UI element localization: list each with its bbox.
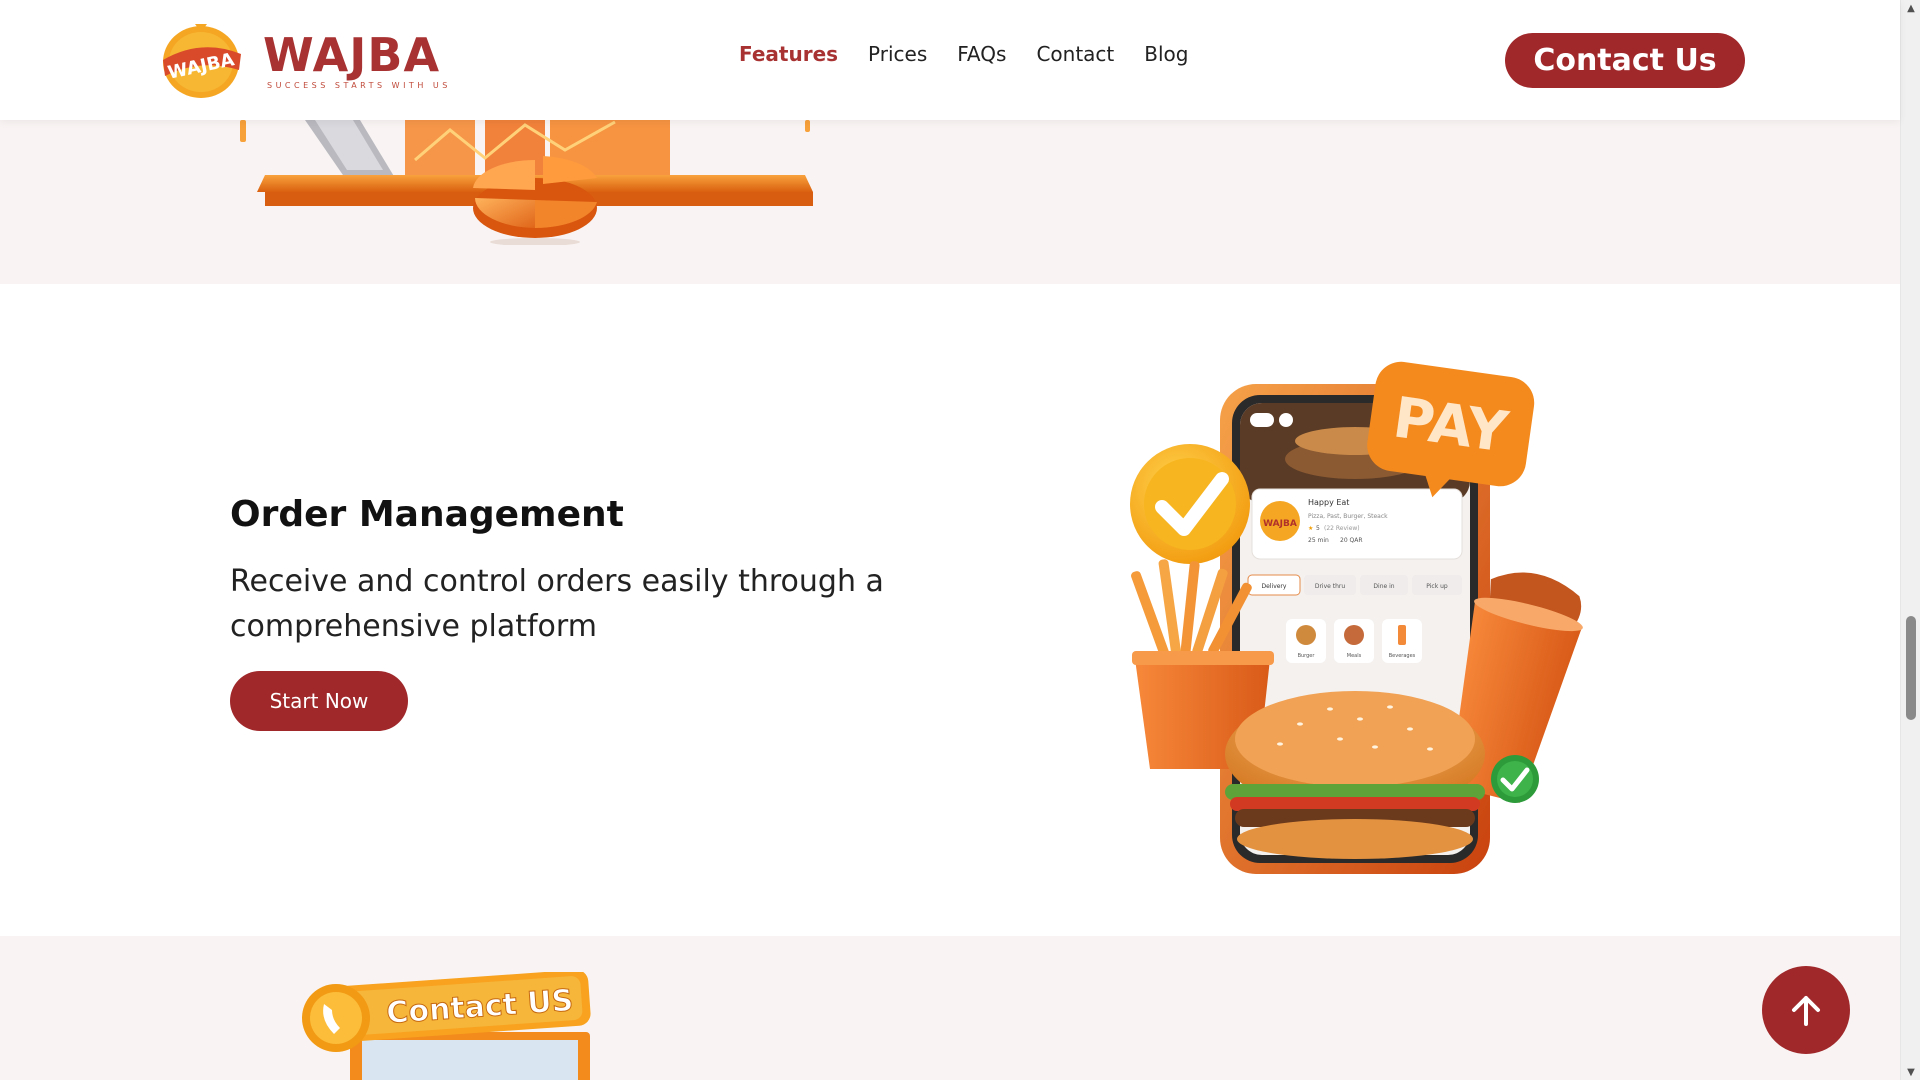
main-nav: Features Prices FAQs Contact Blog (739, 42, 1218, 66)
analytics-illustration (240, 120, 813, 245)
svg-text:25 min: 25 min (1308, 537, 1329, 544)
logo-badge-icon: WAJBA (163, 24, 241, 98)
svg-text:Burger: Burger (1298, 653, 1316, 659)
svg-text:(22 Review): (22 Review) (1324, 525, 1360, 532)
scrollbar-thumb[interactable] (1906, 616, 1916, 720)
page: WAJBA WAJBA SUCCESS STARTS WITH US Featu… (0, 0, 1920, 1080)
brand-logo[interactable]: WAJBA WAJBA SUCCESS STARTS WITH US (155, 18, 451, 102)
site-header: WAJBA WAJBA SUCCESS STARTS WITH US Featu… (0, 0, 1900, 120)
svg-text:Pizza, Past, Burger, Steack: Pizza, Past, Burger, Steack (1308, 513, 1388, 520)
svg-text:Dine in: Dine in (1373, 583, 1394, 590)
svg-text:Delivery: Delivery (1262, 583, 1287, 590)
nav-features[interactable]: Features (739, 42, 838, 66)
nav-prices[interactable]: Prices (868, 42, 927, 66)
nav-faqs[interactable]: FAQs (957, 42, 1006, 66)
contact-illustration: Contact US (302, 972, 591, 1080)
brand-name: WAJBA (263, 27, 441, 82)
section-title: Order Management (230, 494, 624, 535)
svg-text:★: ★ (1308, 525, 1313, 532)
svg-text:5: 5 (1316, 525, 1320, 532)
svg-text:Meals: Meals (1347, 653, 1362, 659)
nav-contact[interactable]: Contact (1036, 42, 1114, 66)
start-now-button[interactable]: Start Now (230, 671, 408, 731)
svg-text:Beverages: Beverages (1389, 653, 1416, 659)
nav-blog[interactable]: Blog (1144, 42, 1188, 66)
svg-text:20 QAR: 20 QAR (1340, 537, 1363, 544)
order-management-illustration: WAJBA Happy Eat Pizza, Past, Burger, Ste… (1130, 361, 1583, 874)
svg-text:WAJBA: WAJBA (1263, 519, 1297, 529)
triangle-up-icon[interactable]: ▲ (1901, 0, 1920, 16)
order-management-section: Order Management Receive and control ord… (0, 284, 1900, 936)
vertical-scrollbar[interactable]: ▲ ▼ (1900, 0, 1920, 1080)
triangle-down-icon[interactable]: ▼ (1901, 1064, 1920, 1080)
arrow-up-icon (1792, 996, 1820, 1026)
svg-text:Drive thru: Drive thru (1315, 583, 1346, 590)
svg-text:Pick up: Pick up (1426, 583, 1448, 590)
back-to-top-button[interactable] (1762, 966, 1850, 1054)
section-description: Receive and control orders easily throug… (230, 564, 884, 644)
contact-us-button[interactable]: Contact Us (1505, 33, 1745, 88)
contact-section: Contact US (0, 936, 1900, 1080)
brand-tagline: SUCCESS STARTS WITH US (267, 80, 451, 90)
svg-text:Happy Eat: Happy Eat (1308, 498, 1349, 507)
